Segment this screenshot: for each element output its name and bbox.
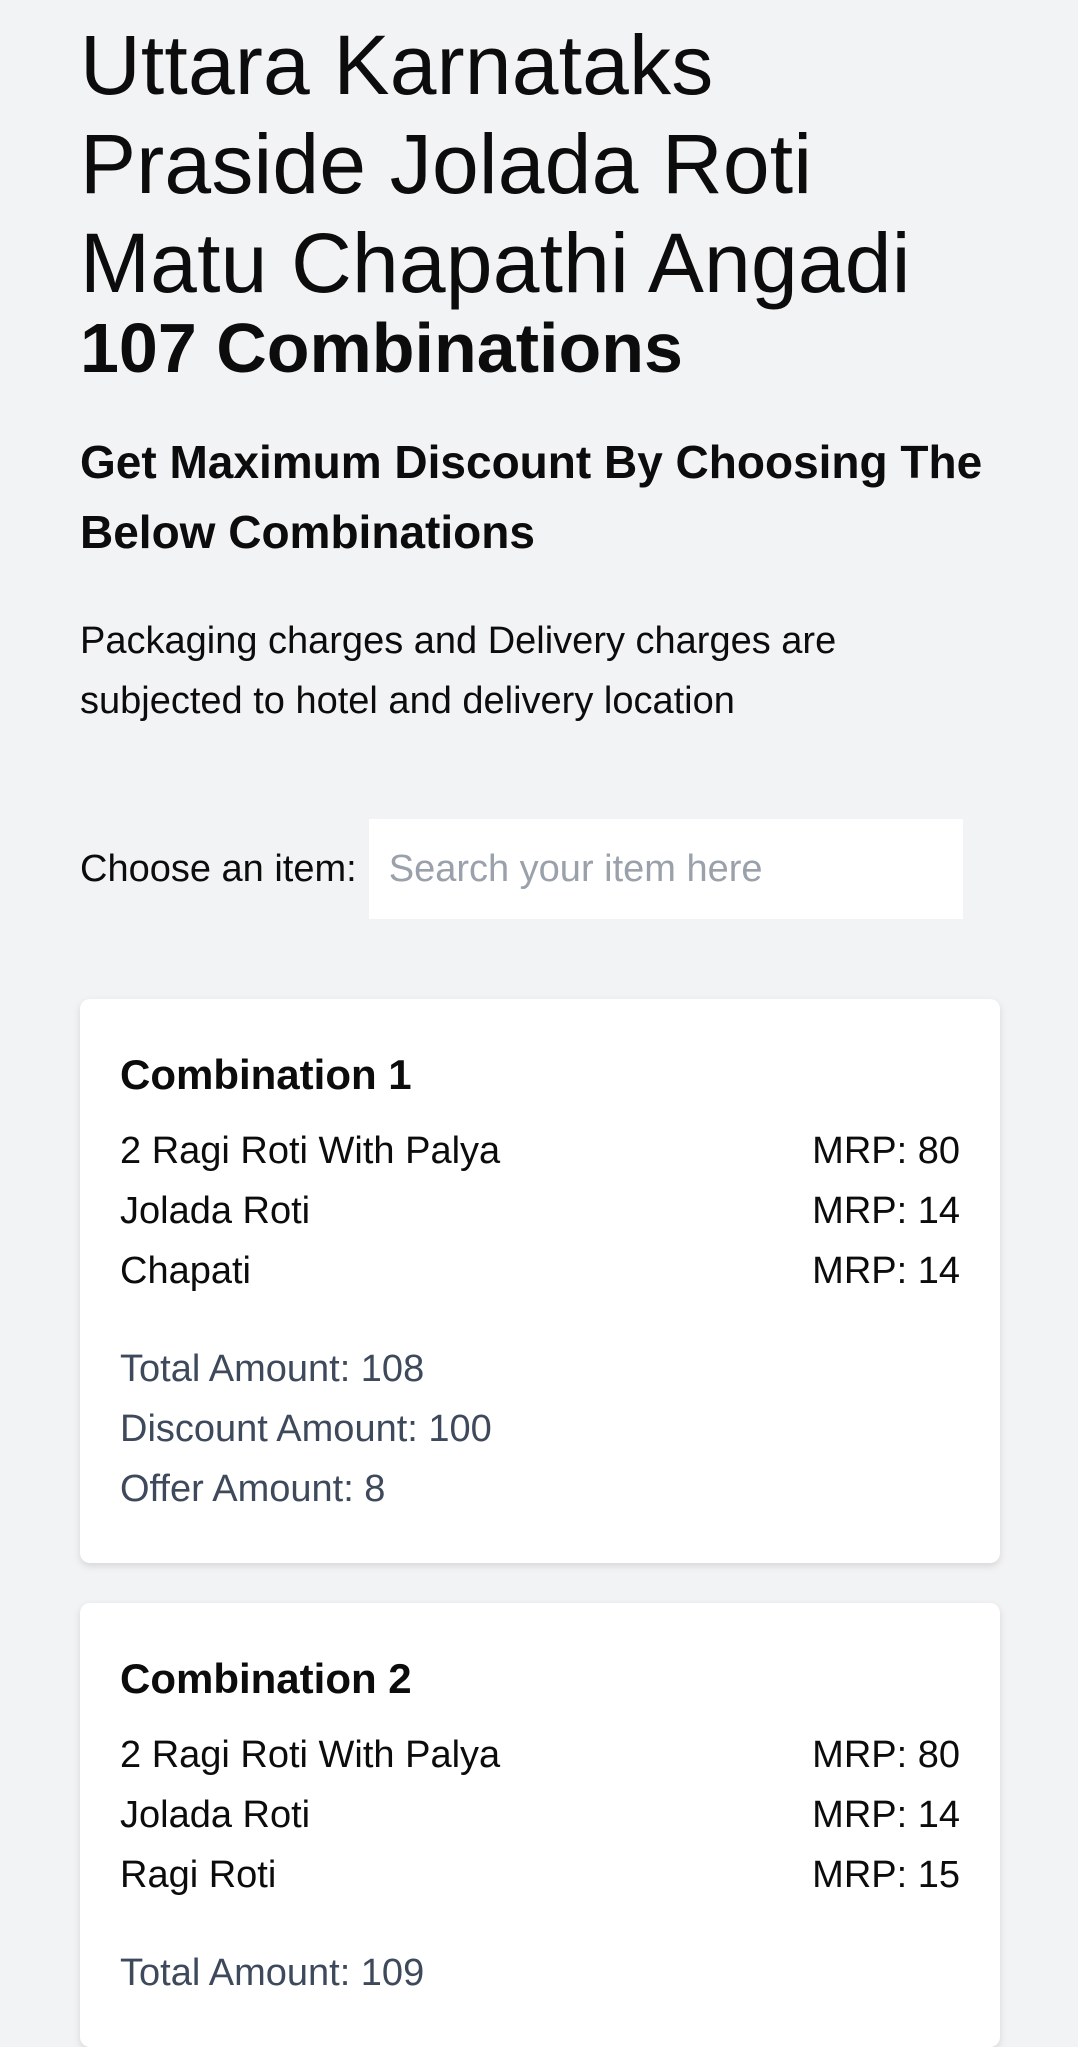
combination-item: Chapati MRP: 14 — [120, 1241, 960, 1301]
store-title: Uttara Karnataks Praside Jolada Roti Mat… — [80, 18, 911, 310]
offer-amount: Offer Amount: 8 — [120, 1468, 386, 1510]
item-name: Jolada Roti — [120, 1794, 311, 1836]
combination-card: Combination 2 2 Ragi Roti With Palya MRP… — [80, 1603, 1000, 2047]
item-mrp: MRP: 80 — [812, 1130, 960, 1172]
combination-item: Ragi Roti MRP: 15 — [120, 1845, 960, 1905]
combination-card: Combination 1 2 Ragi Roti With Palya MRP… — [80, 999, 1000, 1563]
charges-note: Packaging charges and Delivery charges a… — [80, 620, 837, 722]
total-amount: Total Amount: 109 — [120, 1952, 425, 1994]
item-name: 2 Ragi Roti With Palya — [120, 1130, 501, 1172]
combination-item: 2 Ragi Roti With Palya MRP: 80 — [120, 1121, 960, 1181]
item-name: Ragi Roti — [120, 1854, 277, 1896]
item-mrp: MRP: 14 — [812, 1794, 960, 1836]
item-name: Jolada Roti — [120, 1190, 311, 1232]
combination-item: Jolada Roti MRP: 14 — [120, 1785, 960, 1845]
total-amount: Total Amount: 108 — [120, 1348, 425, 1390]
combination-totals: Total Amount: 109 — [120, 1943, 960, 2003]
combinations-count: 107 Combinations — [80, 309, 683, 387]
item-mrp: MRP: 80 — [812, 1734, 960, 1776]
discount-amount: Discount Amount: 100 — [120, 1408, 492, 1450]
combination-item: 2 Ragi Roti With Palya MRP: 80 — [120, 1725, 960, 1785]
item-mrp: MRP: 15 — [812, 1854, 960, 1896]
item-mrp: MRP: 14 — [812, 1190, 960, 1232]
search-row: Choose an item: — [80, 819, 1000, 919]
search-label: Choose an item: — [80, 848, 357, 890]
page: Uttara Karnataks Praside Jolada Roti Mat… — [0, 0, 1078, 2047]
item-mrp: MRP: 14 — [812, 1250, 960, 1292]
discount-subtitle: Get Maximum Discount By Choosing The Bel… — [80, 436, 983, 558]
combination-item: Jolada Roti MRP: 14 — [120, 1181, 960, 1241]
combination-title: Combination 1 — [120, 1051, 412, 1098]
item-name: Chapati — [120, 1250, 251, 1292]
search-input[interactable] — [368, 819, 963, 919]
combination-title: Combination 2 — [120, 1655, 412, 1702]
combination-totals: Total Amount: 108 Discount Amount: 100 O… — [120, 1339, 960, 1519]
item-name: 2 Ragi Roti With Palya — [120, 1734, 501, 1776]
combinations-list: Combination 1 2 Ragi Roti With Palya MRP… — [80, 999, 1000, 2047]
